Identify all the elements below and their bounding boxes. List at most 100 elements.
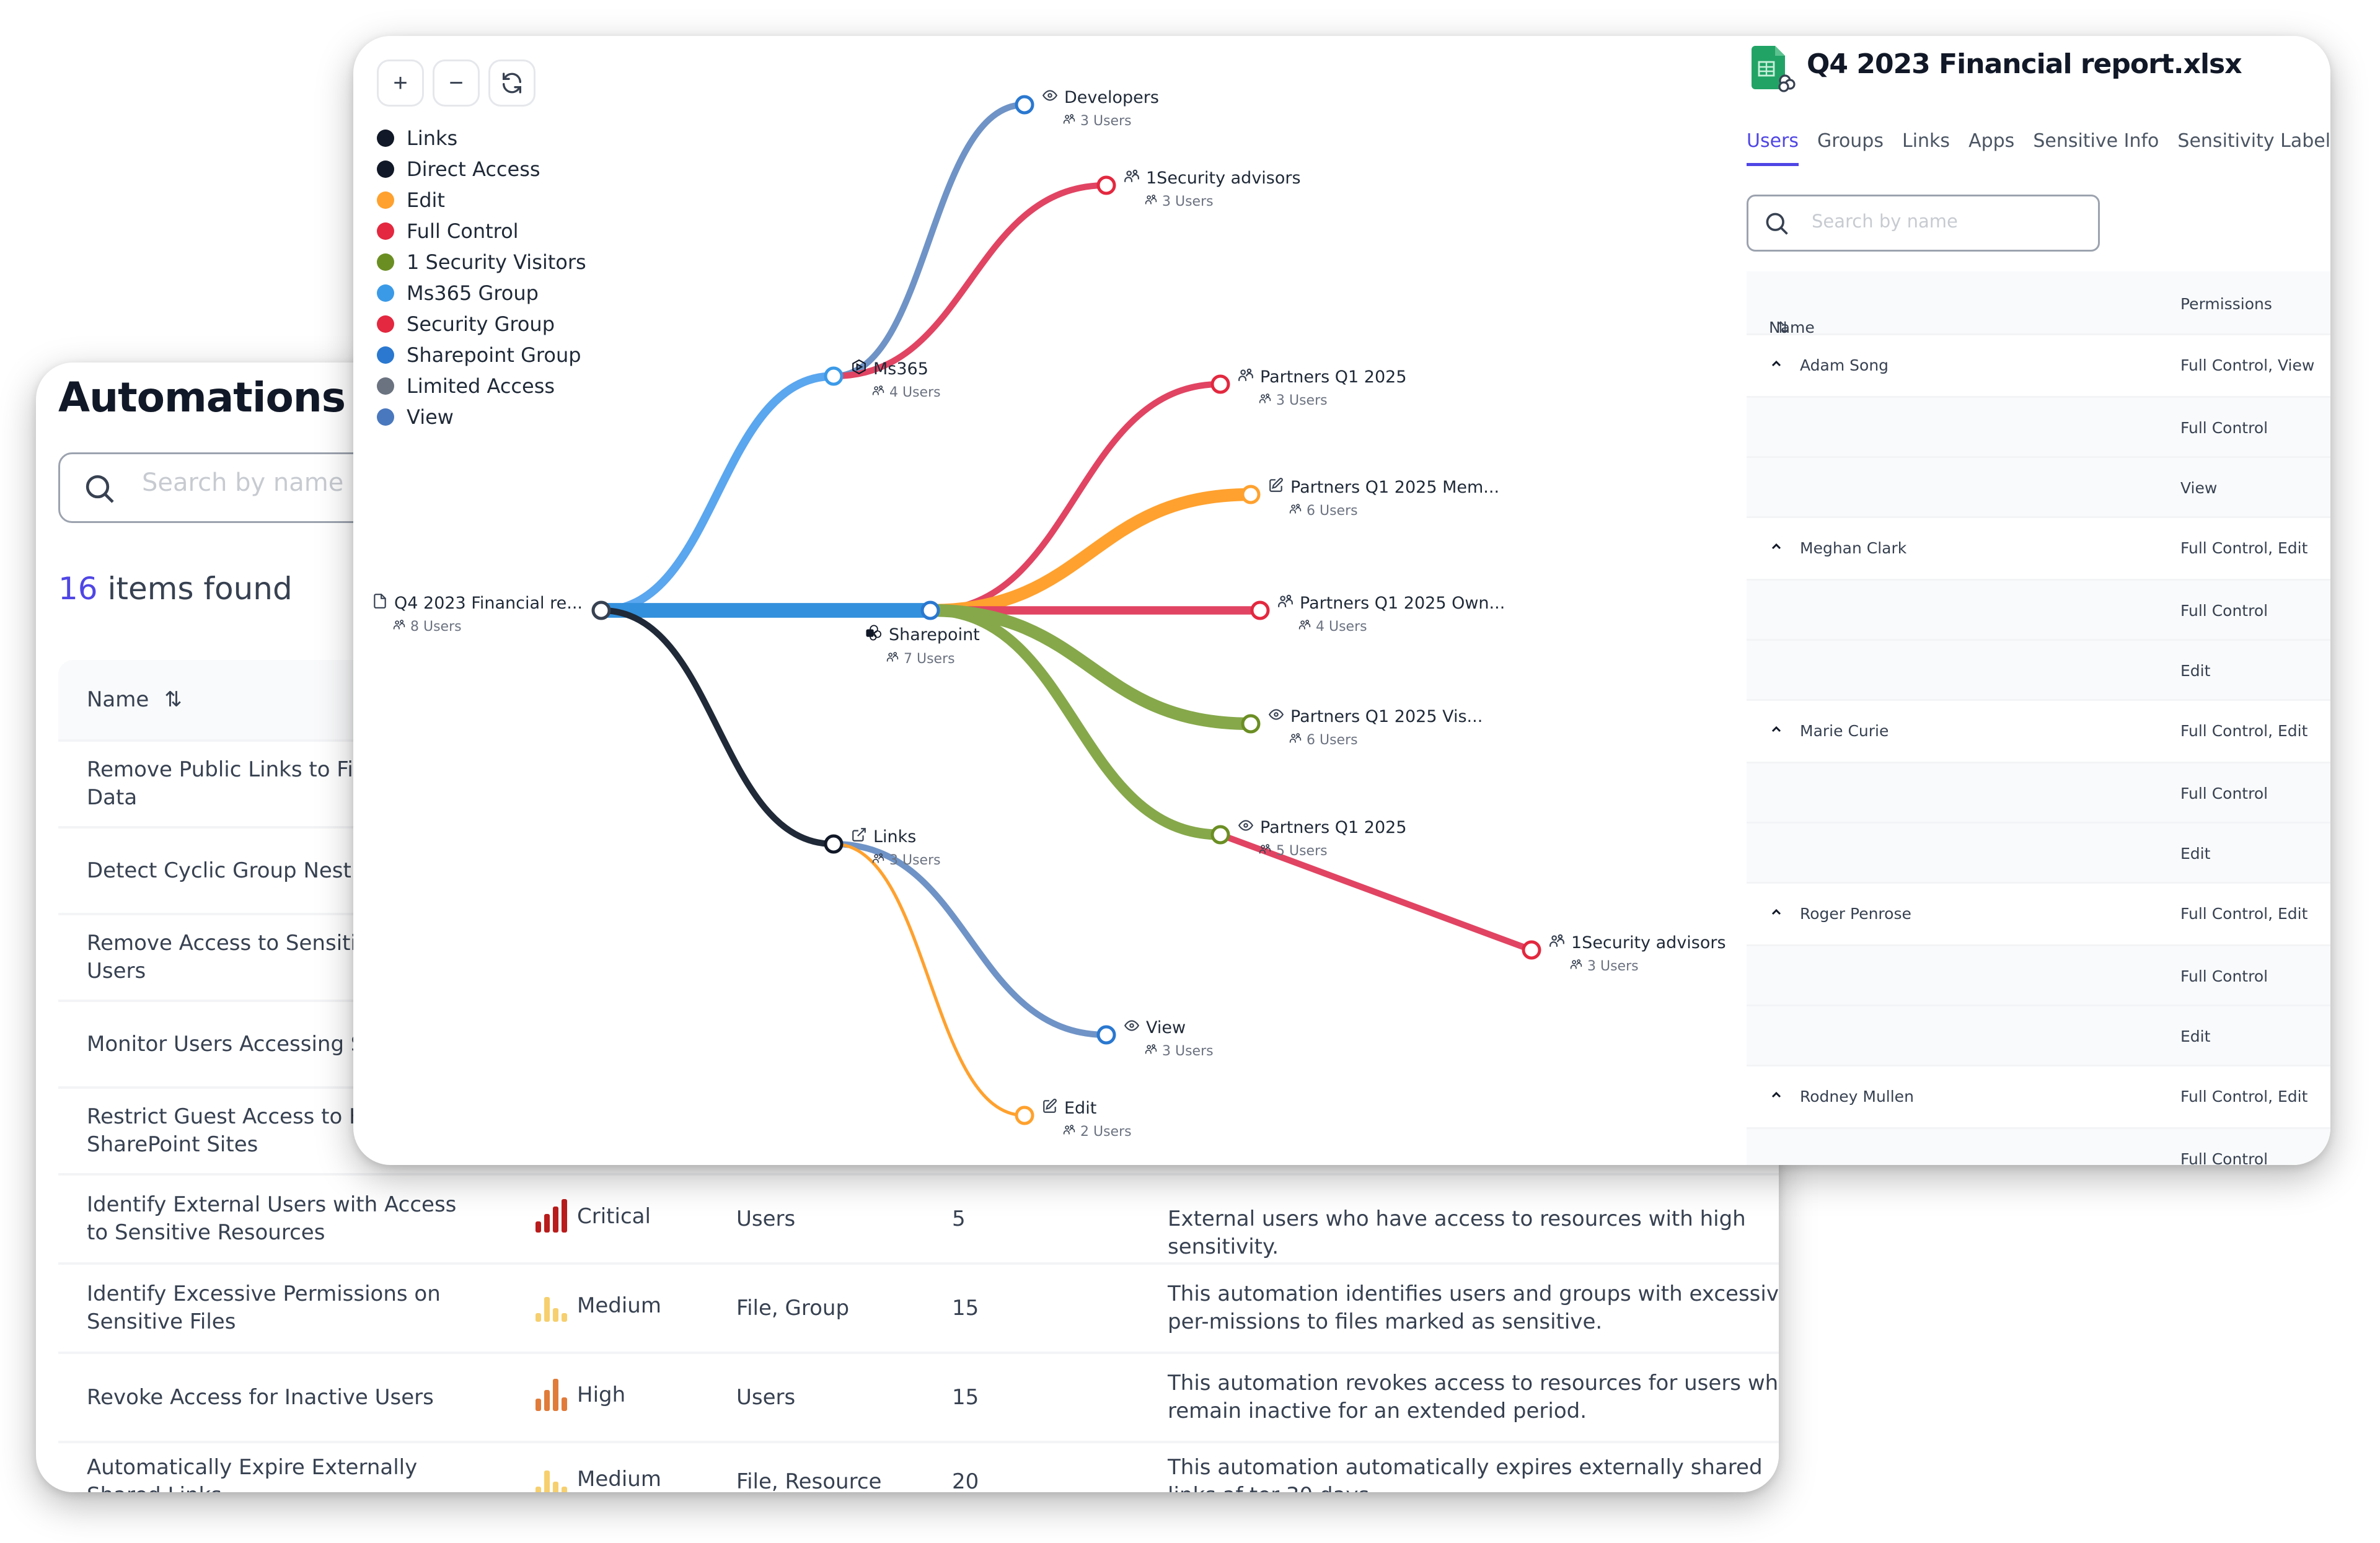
chevron-up-icon[interactable] (1769, 1088, 1784, 1102)
severity-label: Critical (577, 1203, 651, 1229)
legend-item[interactable]: Sharepoint Group (377, 340, 586, 371)
graph-node-ms365[interactable] (824, 366, 844, 386)
scope-cell: Users (736, 1385, 796, 1410)
permission-detail-row: Full Control (1747, 762, 2330, 822)
legend-item[interactable]: Security Group (377, 309, 586, 340)
node-label-ms365[interactable]: Ms365 4 Users (851, 359, 941, 400)
file-icon (372, 593, 388, 613)
users-icon (393, 618, 405, 635)
node-label-root[interactable]: Q4 2023 Financial re... 8 Users (372, 593, 583, 635)
graph-node-pq1b[interactable] (1210, 825, 1230, 845)
user-row[interactable]: Adam Song Full Control, View (1747, 333, 2330, 396)
graph-node-links[interactable] (824, 834, 844, 854)
node-label-sharepoint[interactable]: Sharepoint 7 Users (865, 624, 980, 667)
graph-node-sharepoint[interactable] (920, 600, 940, 620)
users-search-input[interactable] (1810, 210, 2086, 232)
automation-row[interactable]: Identify Excessive Permissions on Sensit… (58, 1262, 1779, 1352)
node-label-pq1a[interactable]: Partners Q1 2025 3 Users (1238, 367, 1407, 408)
node-user-count: 3 Users (1587, 958, 1639, 974)
legend-item[interactable]: View (377, 402, 586, 433)
legend-item[interactable]: Direct Access (377, 154, 586, 185)
tab-links[interactable]: Links (1902, 130, 1950, 166)
user-row[interactable]: Marie Curie Full Control, Edit (1747, 699, 2330, 762)
node-label-pq1own[interactable]: Partners Q1 2025 Own... 4 Users (1277, 593, 1505, 635)
details-tabs: Users Groups Links Apps Sensitive Info Sensit… (1747, 130, 2330, 166)
description-cell: This automation revokes access to resour… (1168, 1371, 1779, 1423)
graph-edge-sharepoint-pq1mem (923, 488, 1258, 617)
permission-detail-row: View (1747, 456, 2330, 516)
node-title: Partners Q1 2025 Vis... (1290, 707, 1483, 726)
count-cell: 5 (952, 1207, 966, 1231)
graph-node-pq1own[interactable] (1250, 600, 1270, 620)
graph-node-secadv2[interactable] (1522, 940, 1541, 960)
chevron-up-icon[interactable] (1769, 356, 1784, 371)
graph-node-secadv1[interactable] (1096, 175, 1116, 195)
permission-detail-row: Edit (1747, 822, 2330, 882)
severity-bars-icon (536, 1290, 567, 1322)
severity-bar (536, 1313, 541, 1322)
chevron-up-icon[interactable] (1769, 539, 1784, 554)
graph-node-root[interactable] (591, 600, 611, 620)
legend-dot (377, 284, 394, 302)
legend-item[interactable]: Full Control (377, 216, 586, 247)
column-header-name[interactable]: Name ⇅ (87, 687, 182, 712)
refresh-button[interactable] (488, 59, 536, 107)
tab-apps[interactable]: Apps (1968, 130, 2014, 166)
severity-bar (544, 1214, 550, 1233)
graph-node-pq1a[interactable] (1210, 374, 1230, 394)
users-icon (1063, 1123, 1075, 1140)
excel-file-icon (1752, 46, 1796, 92)
automation-row[interactable]: Identify External Users with Access to S… (58, 1173, 1779, 1262)
graph-node-pq1mem[interactable] (1241, 485, 1261, 504)
legend-item[interactable]: Limited Access (377, 371, 586, 402)
node-label-links[interactable]: Links 3 Users (851, 827, 941, 868)
automation-name: Identify Excessive Permissions on Sensit… (87, 1281, 441, 1334)
zoom-in-button[interactable]: + (377, 59, 424, 107)
permission-detail-row: Edit (1747, 639, 2330, 699)
users-icon (1570, 958, 1582, 974)
tab-sensitivity-labels[interactable]: Sensitivity Labels (2177, 130, 2330, 166)
permission-detail-row: Full Control (1747, 1127, 2330, 1165)
node-label-pq1b[interactable]: Partners Q1 2025 5 Users (1238, 817, 1407, 859)
node-label-secadv2[interactable]: 1Security advisors 3 Users (1549, 933, 1726, 974)
scope-cell: File, Group (736, 1296, 850, 1321)
users-icon (886, 651, 899, 667)
node-label-pq1vis[interactable]: Partners Q1 2025 Vis... 6 Users (1268, 706, 1483, 748)
users-icon (1145, 193, 1157, 209)
user-row[interactable]: Rodney Mullen Full Control, Edit (1747, 1065, 2330, 1127)
graph-node-developers[interactable] (1015, 95, 1034, 115)
legend-label: Sharepoint Group (407, 343, 581, 367)
tab-sensitive-info[interactable]: Sensitive Info (2033, 130, 2159, 166)
node-user-count: 5 Users (1276, 843, 1328, 859)
node-label-developers[interactable]: Developers 3 Users (1042, 87, 1159, 129)
tab-groups[interactable]: Groups (1817, 130, 1884, 166)
node-label-edit[interactable]: Edit 2 Users (1042, 1098, 1132, 1140)
legend-label: 1 Security Visitors (407, 250, 586, 274)
tab-users[interactable]: Users (1747, 130, 1799, 166)
graph-node-edit[interactable] (1015, 1106, 1034, 1125)
node-label-pq1mem[interactable]: Partners Q1 2025 Mem... 6 Users (1268, 477, 1499, 519)
zoom-out-button[interactable]: − (433, 59, 480, 107)
users-search[interactable] (1747, 195, 2100, 252)
node-label-secadv1[interactable]: 1Security advisors 3 Users (1124, 168, 1301, 209)
user-row[interactable]: Roger Penrose Full Control, Edit (1747, 882, 2330, 944)
graph-node-pq1vis[interactable] (1241, 714, 1261, 734)
automation-name: Revoke Access for Inactive Users (87, 1385, 434, 1410)
legend-item[interactable]: Links (377, 123, 586, 154)
chevron-up-icon[interactable] (1769, 722, 1784, 737)
users-table-header: Name ⇅ Permissions (1747, 271, 2330, 336)
graph-node-view[interactable] (1096, 1025, 1116, 1045)
legend-item[interactable]: Edit (377, 185, 586, 216)
user-permissions: Full Control, Edit (2180, 1088, 2308, 1106)
node-label-view[interactable]: View 3 Users (1124, 1018, 1214, 1059)
chevron-up-icon[interactable] (1769, 905, 1784, 920)
user-row[interactable]: Meghan Clark Full Control, Edit (1747, 516, 2330, 579)
legend-item[interactable]: 1 Security Visitors (377, 247, 586, 278)
automation-row[interactable]: Revoke Access for Inactive Users High User… (58, 1352, 1779, 1441)
legend-item[interactable]: Ms365 Group (377, 278, 586, 309)
automation-row[interactable]: Automatically Expire Externally Shared L… (58, 1441, 1779, 1492)
severity-bar (553, 1207, 558, 1233)
graph-edge-root-links (597, 607, 837, 848)
node-user-count: 2 Users (1080, 1123, 1132, 1140)
sort-icon[interactable]: ⇅ (164, 687, 182, 712)
